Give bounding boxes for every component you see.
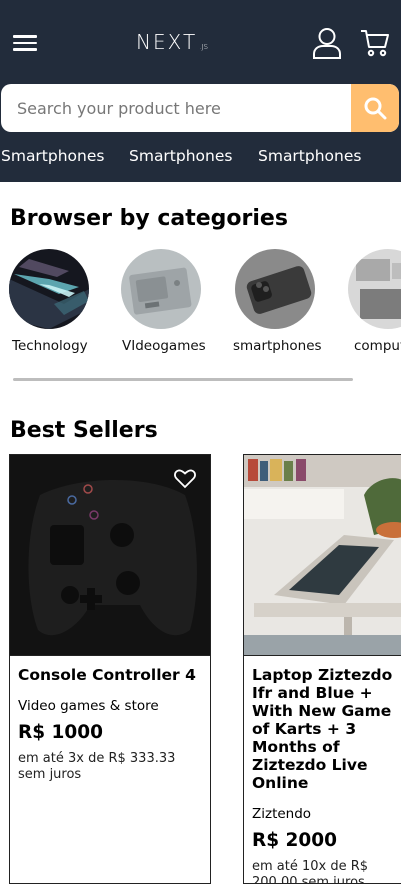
search-bar [1,84,399,132]
product-installments: em até 3x de R$ 333.33 sem juros [18,751,176,782]
brand-logo[interactable]: NEXT .JS [136,30,208,54]
search-button[interactable] [351,84,399,132]
product-name: Laptop Ziztezdo Ifr and Blue + With New … [252,666,393,792]
categories-carousel: Technology VIdeogames smartphones compu [0,249,401,359]
product-price: R$ 2000 [252,830,338,851]
category-image [235,249,315,329]
product-card[interactable]: Laptop Ziztezdo Ifr and Blue + With New … [243,454,401,884]
user-icon[interactable] [312,27,342,59]
product-image [244,455,401,655]
best-sellers-title: Best Sellers [10,418,158,443]
app-header: NEXT.JS Smartphones Smartphones Smartpho… [0,0,401,182]
category-image [9,249,89,329]
logo-suffix: .JS [199,43,208,51]
category-label: Technology [12,338,88,354]
product-info: Laptop Ziztezdo Ifr and Blue + With New … [244,655,401,884]
category-nav-item[interactable]: Smartphones [258,147,361,165]
categories-scrollbar[interactable] [13,378,353,381]
category-label: smartphones [233,338,322,354]
product-price: R$ 1000 [18,722,104,743]
search-icon [364,97,387,120]
category-image [348,249,401,329]
product-card[interactable]: Console Controller 4 Video games & store… [9,454,211,884]
product-name: Console Controller 4 [18,666,196,684]
search-input[interactable] [1,84,351,132]
category-nav-item[interactable]: Smartphones [1,147,104,165]
category-smartphones[interactable]: smartphones [233,249,345,354]
favorite-heart-icon[interactable] [174,469,196,489]
category-nav-item[interactable]: Smartphones [129,147,232,165]
category-videogames[interactable]: VIdeogames [121,249,231,354]
category-image [121,249,201,329]
product-brand: Ziztendo [252,806,312,822]
product-brand: Video games & store [18,698,159,714]
product-installments: em até 10x de R$ 200.00 sem juros [252,859,369,884]
category-label: computers [354,338,401,354]
hamburger-menu-icon[interactable] [13,35,37,51]
category-technology[interactable]: Technology [9,249,119,354]
category-label: VIdeogames [122,338,206,354]
shopping-cart-icon[interactable] [360,29,390,57]
category-nav: Smartphones Smartphones Smartphones [0,147,401,169]
category-computers[interactable]: computers [348,249,401,354]
categories-title: Browser by categories [10,206,288,231]
logo-text: NEXT [136,30,198,54]
product-info: Console Controller 4 Video games & store… [10,655,210,883]
